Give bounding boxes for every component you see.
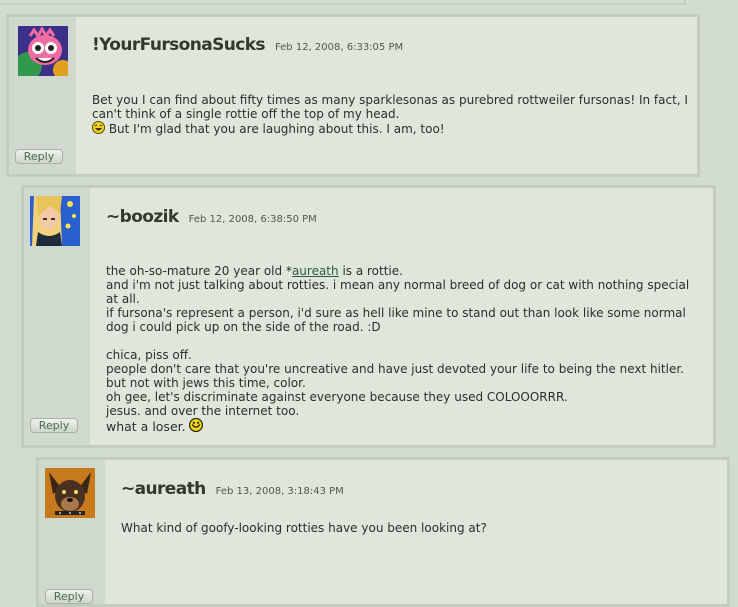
avatar[interactable]: [30, 196, 80, 246]
comment-header: ~aureath Feb 13, 2008, 3:18:43 PM: [121, 479, 344, 499]
user-mention-link[interactable]: aureath: [292, 264, 339, 278]
timestamp: Feb 12, 2008, 6:33:05 PM: [274, 42, 404, 53]
comment-text-main: and i'm not just talking about rotties. …: [106, 278, 690, 418]
timestamp: Feb 12, 2008, 6:38:50 PM: [188, 214, 317, 225]
username-link[interactable]: ~boozik: [106, 207, 179, 227]
avatar[interactable]: [45, 468, 95, 518]
comment-text: the oh-so-mature 20 year old *aureath is…: [106, 250, 696, 434]
smiley-grin-icon: [189, 418, 204, 432]
comment-text-end: But I'm glad that you are laughing about…: [105, 122, 445, 136]
comment-last-line: what a loser.: [106, 419, 186, 434]
comment-yourfursonasucks: Reply !YourFursonaSucks Feb 12, 2008, 6:3…: [6, 14, 700, 177]
comment-body: ~boozik Feb 12, 2008, 6:38:50 PM the oh-s…: [90, 188, 713, 445]
comment-text: Bet you I can find about fifty times as …: [92, 79, 688, 136]
avatar[interactable]: [18, 26, 68, 76]
avatar-anime-girl-icon: [30, 196, 80, 246]
username-link[interactable]: ~aureath: [121, 479, 206, 499]
comment-aureath: Reply ~aureath Feb 13, 2008, 3:18:43 PM W…: [36, 457, 730, 607]
reply-button[interactable]: Reply: [45, 589, 93, 604]
username-link[interactable]: !YourFursonaSucks: [92, 35, 266, 55]
comment-body: !YourFursonaSucks Feb 12, 2008, 6:33:05 P…: [76, 17, 697, 174]
reply-button[interactable]: Reply: [30, 418, 78, 433]
smiley-laugh-icon: [92, 121, 105, 134]
previous-comment-frame: [0, 0, 686, 5]
comment-text-start: Bet you I can find about fifty times as …: [92, 93, 688, 121]
comment-boozik: Reply ~boozik Feb 12, 2008, 6:38:50 PM th…: [21, 185, 716, 448]
comment-sidebar: Reply: [24, 188, 90, 445]
comment-sidebar: Reply: [9, 17, 76, 174]
comment-sidebar: Reply: [39, 460, 105, 604]
comment-text: What kind of goofy-looking rotties have …: [121, 521, 487, 535]
timestamp: Feb 13, 2008, 3:18:43 PM: [215, 486, 344, 497]
comment-header: ~boozik Feb 12, 2008, 6:38:50 PM: [106, 207, 317, 227]
comment-line: the oh-so-mature 20 year old *: [106, 264, 292, 278]
comment-header: !YourFursonaSucks Feb 12, 2008, 6:33:05 P…: [92, 35, 403, 55]
avatar-dog-icon: [45, 468, 95, 518]
comment-body: ~aureath Feb 13, 2008, 3:18:43 PM What ki…: [105, 460, 727, 604]
reply-button[interactable]: Reply: [15, 149, 63, 164]
comment-line: is a rottie.: [338, 264, 403, 278]
avatar-monster-icon: [18, 26, 68, 76]
